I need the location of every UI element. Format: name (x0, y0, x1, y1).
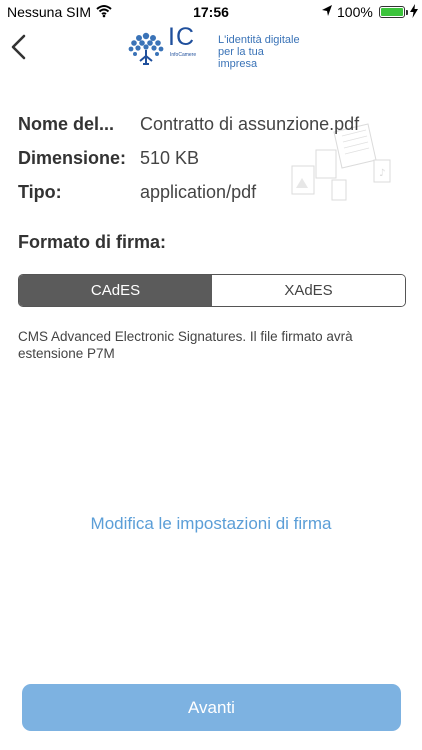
logo-text: IC (168, 23, 195, 51)
tree-logo-icon (128, 32, 164, 65)
nav-header: IC InfoCamere L'identità digitale per la… (0, 23, 422, 70)
segment-xades[interactable]: XAdES (212, 275, 405, 306)
detail-label: Nome del... (18, 114, 115, 134)
detail-label: Dimensione: (18, 148, 127, 168)
battery-icon (379, 6, 408, 18)
charging-bolt-icon (410, 4, 418, 21)
logo-tagline: L'identità digitale per la tua impresa (218, 34, 306, 70)
tagline-line-2: per la tua impresa (218, 46, 264, 70)
signature-format-segmented-control: CAdES XAdES (18, 274, 406, 307)
status-bar: Nessuna SIM 17:56 100% (0, 0, 422, 24)
location-arrow-icon (321, 4, 333, 21)
battery-percentage: 100% (337, 4, 373, 20)
segment-cades[interactable]: CAdES (19, 275, 212, 306)
detail-value: application/pdf (140, 182, 257, 202)
file-details: Nome del... Contratto di assunzione.pdf … (18, 112, 408, 214)
edit-signature-settings-link[interactable]: Modifica le impostazioni di firma (0, 514, 422, 534)
detail-label: Tipo: (18, 182, 62, 202)
infocamere-logo: IC InfoCamere L'identità digitale per la… (126, 23, 306, 70)
back-chevron-icon[interactable] (8, 32, 30, 62)
next-button[interactable]: Avanti (22, 684, 401, 731)
detail-row-name: Nome del... Contratto di assunzione.pdf (18, 112, 408, 146)
detail-row-type: Tipo: application/pdf (18, 180, 408, 214)
signature-format-description: CMS Advanced Electronic Signatures. Il f… (18, 329, 353, 361)
detail-row-size: Dimensione: 510 KB (18, 146, 408, 180)
detail-value: 510 KB (140, 148, 200, 168)
tagline-line-1: L'identità digitale (218, 34, 300, 46)
logo-subtext: InfoCamere (170, 52, 197, 58)
signature-format-title: Formato di firma: (18, 232, 167, 252)
detail-value: Contratto di assunzione.pdf (140, 114, 360, 134)
